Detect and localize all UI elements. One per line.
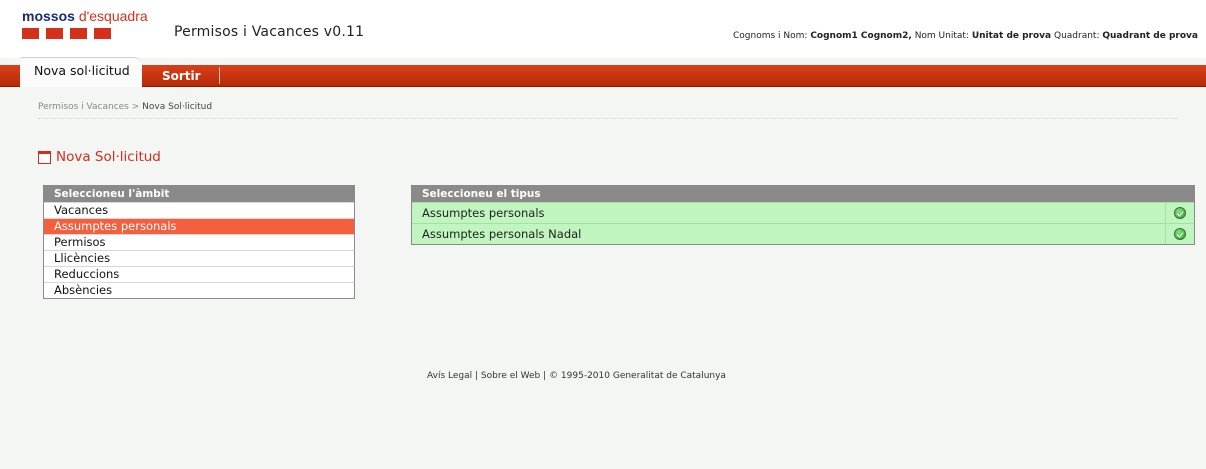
app-title: Permisos i Vacances v0.11	[174, 24, 365, 40]
logo-squares	[22, 28, 148, 39]
header: mossos d'esquadra Permisos i Vacances v0…	[0, 0, 1206, 58]
ambit-item-permisos[interactable]: Permisos	[44, 234, 354, 250]
nav-separator	[219, 67, 220, 84]
ambit-item-assumptes-personals[interactable]: Assumptes personals	[44, 218, 354, 234]
ambit-item-absencies[interactable]: Absències	[44, 282, 354, 298]
ambit-item-vacances[interactable]: Vacances	[44, 202, 354, 218]
tab-nova-sollicitud[interactable]: Nova sol·licitud	[20, 57, 142, 87]
user-info: Cognoms i Nom: Cognom1 Cognom2, Nom Unit…	[733, 31, 1198, 41]
page-title: Nova Sol·licitud	[38, 149, 161, 165]
mossos-logo[interactable]: mossos d'esquadra	[22, 8, 148, 39]
check-icon[interactable]	[1174, 207, 1186, 219]
page-title-text: Nova Sol·licitud	[56, 149, 161, 165]
breadcrumb-current: Nova Sol·licitud	[142, 102, 213, 112]
breadcrumb: Permisos i Vacances > Nova Sol·licitud	[38, 102, 213, 112]
sortir-link[interactable]: Sortir	[162, 69, 201, 83]
window-icon	[38, 150, 51, 164]
tipus-header: Seleccioneu el tipus	[412, 186, 1194, 202]
user-unit: Unitat de prova	[971, 31, 1052, 41]
logo-bold-text: mossos	[22, 8, 75, 24]
ambit-header: Seleccioneu l'àmbit	[44, 186, 354, 202]
tipus-row-assumptes-personals-nadal[interactable]: Assumptes personals Nadal	[412, 223, 1194, 244]
footer-copyright: © 1995-2010 Generalitat de Catalunya	[549, 371, 726, 381]
breadcrumb-divider	[38, 118, 1178, 119]
user-name: Cognom1 Cognom2,	[810, 31, 912, 41]
tipus-row-assumptes-personals[interactable]: Assumptes personals	[412, 202, 1194, 223]
footer-legal-link[interactable]: Avís Legal	[427, 371, 472, 381]
logo-light-text: d'esquadra	[78, 8, 148, 24]
breadcrumb-root[interactable]: Permisos i Vacances	[38, 102, 129, 112]
tipus-row-label: Assumptes personals Nadal	[422, 227, 582, 241]
ambit-panel: Seleccioneu l'àmbit Vacances Assumptes p…	[43, 185, 355, 299]
footer: Avís Legal | Sobre el Web | © 1995-2010 …	[427, 371, 726, 381]
ambit-item-llicencies[interactable]: Llicències	[44, 250, 354, 266]
ambit-item-reduccions[interactable]: Reduccions	[44, 266, 354, 282]
check-icon[interactable]	[1174, 228, 1186, 240]
user-quadrant: Quadrant de prova	[1102, 31, 1198, 41]
footer-about-link[interactable]: Sobre el Web	[481, 371, 540, 381]
tipus-row-label: Assumptes personals	[422, 206, 545, 220]
tipus-panel: Seleccioneu el tipus Assumptes personals…	[411, 185, 1195, 245]
